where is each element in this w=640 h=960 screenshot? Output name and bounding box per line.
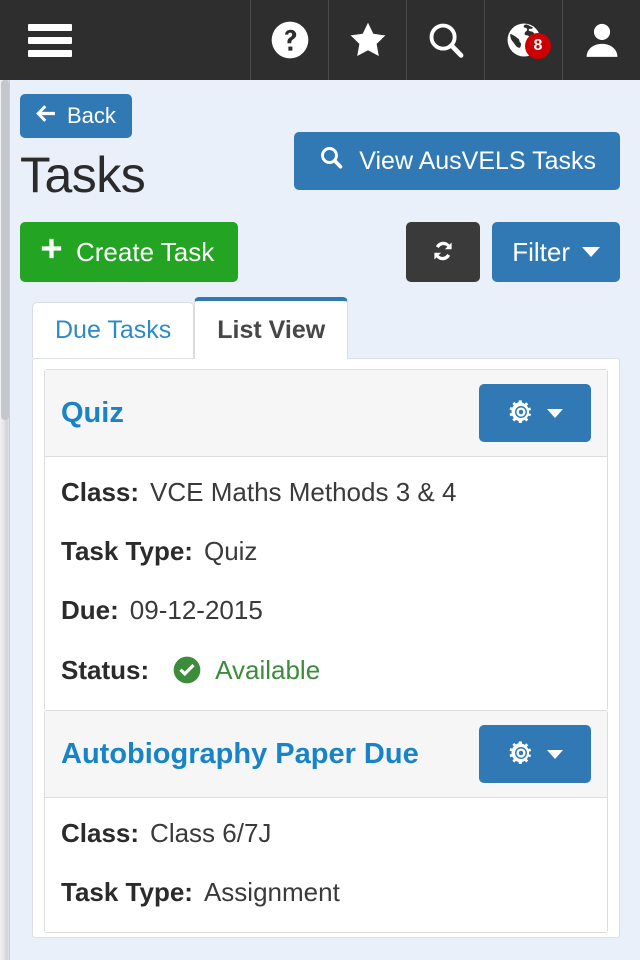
task-list-panel: Quiz Class: VCE Maths Methods 3 & 4 Task… (32, 358, 620, 938)
field-label: Task Type: (61, 536, 193, 566)
right-action-group: Filter (406, 222, 620, 282)
task-field-due: Due: 09-12-2015 (61, 595, 591, 626)
plus-icon (38, 235, 65, 269)
task-card-body: Class: Class 6/7J Task Type: Assignment (45, 798, 607, 932)
check-circle-icon (171, 654, 203, 686)
topbar-left-region (0, 0, 228, 80)
refresh-button[interactable] (406, 222, 481, 282)
search-icon (318, 144, 345, 178)
field-value: Quiz (203, 536, 258, 566)
create-task-button[interactable]: Create Task (20, 222, 239, 282)
hamburger-menu-icon[interactable] (28, 23, 72, 57)
chevron-down-icon (582, 247, 600, 257)
top-navigation-bar: 8 (0, 0, 640, 80)
task-field-class: Class: Class 6/7J (61, 818, 591, 849)
task-field-class: Class: VCE Maths Methods 3 & 4 (61, 477, 591, 508)
refresh-icon (428, 236, 458, 269)
task-field-task-type: Task Type: Assignment (61, 877, 591, 908)
field-value: VCE Maths Methods 3 & 4 (150, 477, 457, 507)
field-label: Class: (61, 477, 140, 507)
search-icon (424, 18, 468, 62)
chevron-down-icon (547, 408, 563, 418)
chevron-down-icon (547, 749, 563, 759)
task-card: Quiz Class: VCE Maths Methods 3 & 4 Task… (44, 369, 608, 711)
nav-help-button[interactable] (250, 0, 328, 80)
view-ausvels-tasks-button[interactable]: View AusVELS Tasks (294, 132, 620, 190)
task-title[interactable]: Quiz (61, 397, 124, 430)
filter-button[interactable]: Filter (492, 222, 620, 282)
tab-bar: Due Tasks List View (20, 297, 620, 359)
page-content: Back Tasks View AusVELS Tasks Create Tas… (10, 80, 640, 938)
nav-account-button[interactable] (562, 0, 640, 80)
topbar-icon-group: 8 (250, 0, 640, 80)
task-card-header: Quiz (45, 370, 607, 457)
tab-list-view-label: List View (217, 315, 326, 344)
task-field-status: Status: Available (61, 654, 591, 686)
vertical-scrollbar[interactable] (0, 80, 10, 960)
hamburger-bar (28, 23, 72, 31)
back-button[interactable]: Back (20, 94, 132, 138)
tab-due-tasks[interactable]: Due Tasks (32, 302, 195, 358)
task-options-button[interactable] (479, 384, 591, 442)
back-button-label: Back (67, 103, 116, 128)
tab-list-view[interactable]: List View (194, 297, 349, 359)
field-value: Class 6/7J (150, 818, 272, 848)
view-ausvels-tasks-label: View AusVELS Tasks (359, 146, 596, 175)
task-title[interactable]: Autobiography Paper Due (61, 738, 419, 771)
field-label: Status: (61, 654, 150, 685)
nav-search-button[interactable] (406, 0, 484, 80)
field-value: 09-12-2015 (129, 595, 263, 625)
scrollbar-thumb[interactable] (1, 80, 9, 420)
star-icon (346, 18, 390, 62)
tab-due-tasks-label: Due Tasks (55, 316, 172, 344)
hamburger-bar (28, 36, 72, 44)
task-card-header: Autobiography Paper Due (45, 711, 607, 798)
create-task-label: Create Task (76, 236, 215, 267)
task-card-body: Class: VCE Maths Methods 3 & 4 Task Type… (45, 457, 607, 710)
field-label: Due: (61, 595, 119, 625)
gear-icon (507, 398, 535, 429)
gear-icon (507, 739, 535, 770)
task-card: Autobiography Paper Due Class: Class 6/7… (44, 710, 608, 933)
help-icon (268, 18, 312, 62)
field-label: Task Type: (61, 877, 193, 907)
nav-notifications-button[interactable]: 8 (484, 0, 562, 80)
field-value: Assignment (203, 877, 340, 907)
notification-badge: 8 (525, 33, 551, 59)
hamburger-bar (28, 49, 72, 57)
field-label: Class: (61, 818, 140, 848)
task-field-task-type: Task Type: Quiz (61, 536, 591, 567)
filter-button-label: Filter (512, 236, 570, 267)
arrow-left-icon (33, 101, 58, 132)
page-body: Back Tasks View AusVELS Tasks Create Tas… (0, 80, 640, 960)
nav-favourites-button[interactable] (328, 0, 406, 80)
action-buttons-row: Create Task Filter (20, 222, 620, 282)
task-options-button[interactable] (479, 725, 591, 783)
user-icon (580, 18, 624, 62)
status-badge: Available (215, 654, 321, 685)
